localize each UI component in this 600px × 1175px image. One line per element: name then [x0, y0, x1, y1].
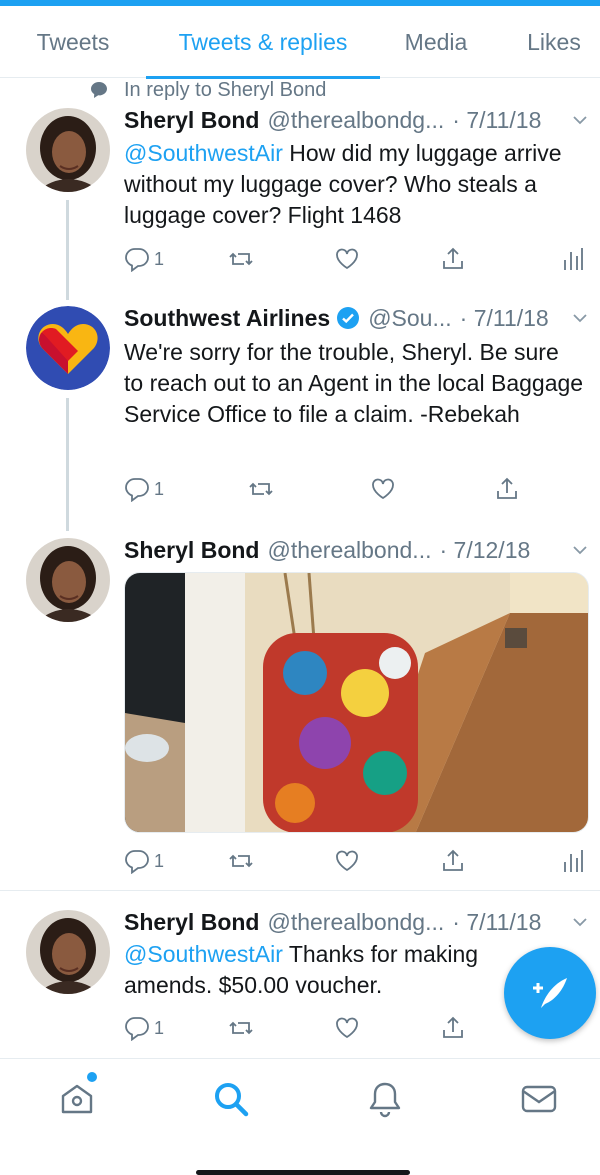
home-icon	[61, 1084, 93, 1114]
share-button[interactable]	[440, 846, 466, 876]
mention-link[interactable]: @SouthwestAir	[124, 140, 283, 166]
tweet-divider	[0, 890, 600, 891]
tweet-author-name[interactable]: Southwest Airlines	[124, 305, 330, 332]
tweet-header: Southwest Airlines @Sou... · 7/11/18	[124, 304, 594, 332]
tab-media[interactable]: Media	[390, 6, 482, 78]
like-button[interactable]	[334, 244, 360, 274]
tweet-date: · 7/11/18	[452, 908, 542, 935]
analytics-button[interactable]	[560, 244, 586, 274]
reply-icon	[125, 248, 149, 272]
tweet-author-handle: @therealbondg...	[267, 908, 445, 935]
tweet-actions: 1	[124, 846, 584, 876]
reply-button[interactable]: 1	[124, 474, 164, 504]
mention-link[interactable]: @SouthwestAir	[124, 941, 283, 967]
reply-icon	[125, 850, 149, 874]
nav-messages[interactable]	[519, 1079, 559, 1119]
tweet-text: @SouthwestAir How did my luggage arrive …	[124, 138, 584, 231]
compose-tweet-button[interactable]	[504, 947, 596, 1039]
analytics-icon	[564, 248, 583, 270]
messages-icon	[521, 1085, 557, 1113]
like-icon	[336, 248, 358, 270]
retweet-button[interactable]	[248, 474, 274, 504]
avatar[interactable]	[26, 538, 110, 622]
share-icon	[443, 1016, 463, 1038]
reply-button[interactable]: 1	[124, 846, 164, 876]
like-button[interactable]	[334, 846, 360, 876]
reply-count: 1	[154, 850, 165, 871]
tweet-actions: 1	[124, 244, 584, 274]
search-icon	[215, 1083, 249, 1117]
retweet-button[interactable]	[228, 846, 254, 876]
share-button[interactable]	[494, 474, 520, 504]
tweet-author-handle: @therealbondg...	[267, 106, 445, 133]
reply-context: In reply to Sheryl Bond	[90, 79, 326, 101]
avatar[interactable]	[26, 910, 110, 994]
tweet-author-handle: @Sou...	[368, 304, 452, 331]
nav-home[interactable]	[57, 1079, 97, 1119]
tab-likes[interactable]: Likes	[514, 6, 594, 78]
profile-tabs: Tweets Tweets & replies Media Likes	[0, 6, 600, 79]
avatar[interactable]	[26, 306, 110, 390]
retweet-icon	[249, 482, 273, 496]
like-icon	[336, 850, 358, 872]
share-icon	[443, 247, 463, 269]
share-button[interactable]	[440, 1013, 466, 1043]
tweet-date: · 7/11/18	[459, 304, 549, 331]
analytics-icon	[564, 850, 583, 872]
thread-line	[66, 398, 69, 531]
retweet-button[interactable]	[228, 244, 254, 274]
reply-count: 1	[154, 478, 165, 499]
retweet-icon	[229, 1021, 253, 1035]
nav-notifications[interactable]	[365, 1079, 405, 1119]
reply-count: 1	[154, 1017, 165, 1038]
notification-dot	[87, 1072, 97, 1082]
share-icon	[497, 477, 517, 499]
avatar[interactable]	[26, 108, 110, 192]
tweet-text: We're sorry for the trouble, Sheryl. Be …	[124, 339, 584, 427]
compose-icon	[533, 978, 567, 1008]
chevron-down-icon[interactable]	[572, 112, 588, 128]
tweet-author-name[interactable]: Sheryl Bond	[124, 537, 259, 564]
tweet-date: · 7/11/18	[452, 106, 542, 133]
tweet-text: @SouthwestAir Thanks for making amends. …	[124, 939, 504, 1001]
share-button[interactable]	[440, 244, 466, 274]
reply-context-icon	[91, 82, 107, 98]
chevron-down-icon[interactable]	[572, 914, 588, 930]
tweet-header: Sheryl Bond @therealbondg... · 7/11/18	[124, 908, 594, 936]
tweet-author-name[interactable]: Sheryl Bond	[124, 909, 259, 936]
like-icon	[372, 478, 394, 500]
reply-button[interactable]: 1	[124, 244, 164, 274]
tweet-photo[interactable]	[124, 572, 589, 833]
retweet-button[interactable]	[228, 1013, 254, 1043]
tab-tweets-and-replies[interactable]: Tweets & replies	[146, 6, 380, 78]
tweet-author-name[interactable]: Sheryl Bond	[124, 107, 259, 134]
verified-icon	[337, 307, 360, 329]
tweet-date: · 7/12/18	[439, 536, 531, 563]
tab-tweets[interactable]: Tweets	[18, 6, 128, 78]
reply-icon	[125, 478, 149, 502]
tweet-actions: 1	[124, 474, 584, 504]
notifications-icon	[369, 1082, 401, 1118]
like-icon	[336, 1017, 358, 1039]
reply-count: 1	[154, 248, 165, 269]
chevron-down-icon[interactable]	[572, 542, 588, 558]
tweet-header: Sheryl Bond @therealbondg... · 7/11/18	[124, 106, 594, 134]
reply-context-text[interactable]: In reply to Sheryl Bond	[124, 79, 326, 102]
reply-icon	[125, 1017, 149, 1041]
reply-button[interactable]: 1	[124, 1013, 164, 1043]
like-button[interactable]	[334, 1013, 360, 1043]
thread-line	[66, 200, 69, 300]
share-icon	[443, 849, 463, 871]
home-indicator	[196, 1170, 410, 1175]
tweet-header: Sheryl Bond @therealbond... · 7/12/18	[124, 536, 594, 564]
like-button[interactable]	[370, 474, 396, 504]
analytics-button[interactable]	[560, 846, 586, 876]
retweet-icon	[229, 854, 253, 868]
tweet-author-handle: @therealbond...	[267, 536, 432, 563]
nav-search[interactable]	[211, 1079, 251, 1119]
chevron-down-icon[interactable]	[572, 310, 588, 326]
retweet-icon	[229, 252, 253, 266]
